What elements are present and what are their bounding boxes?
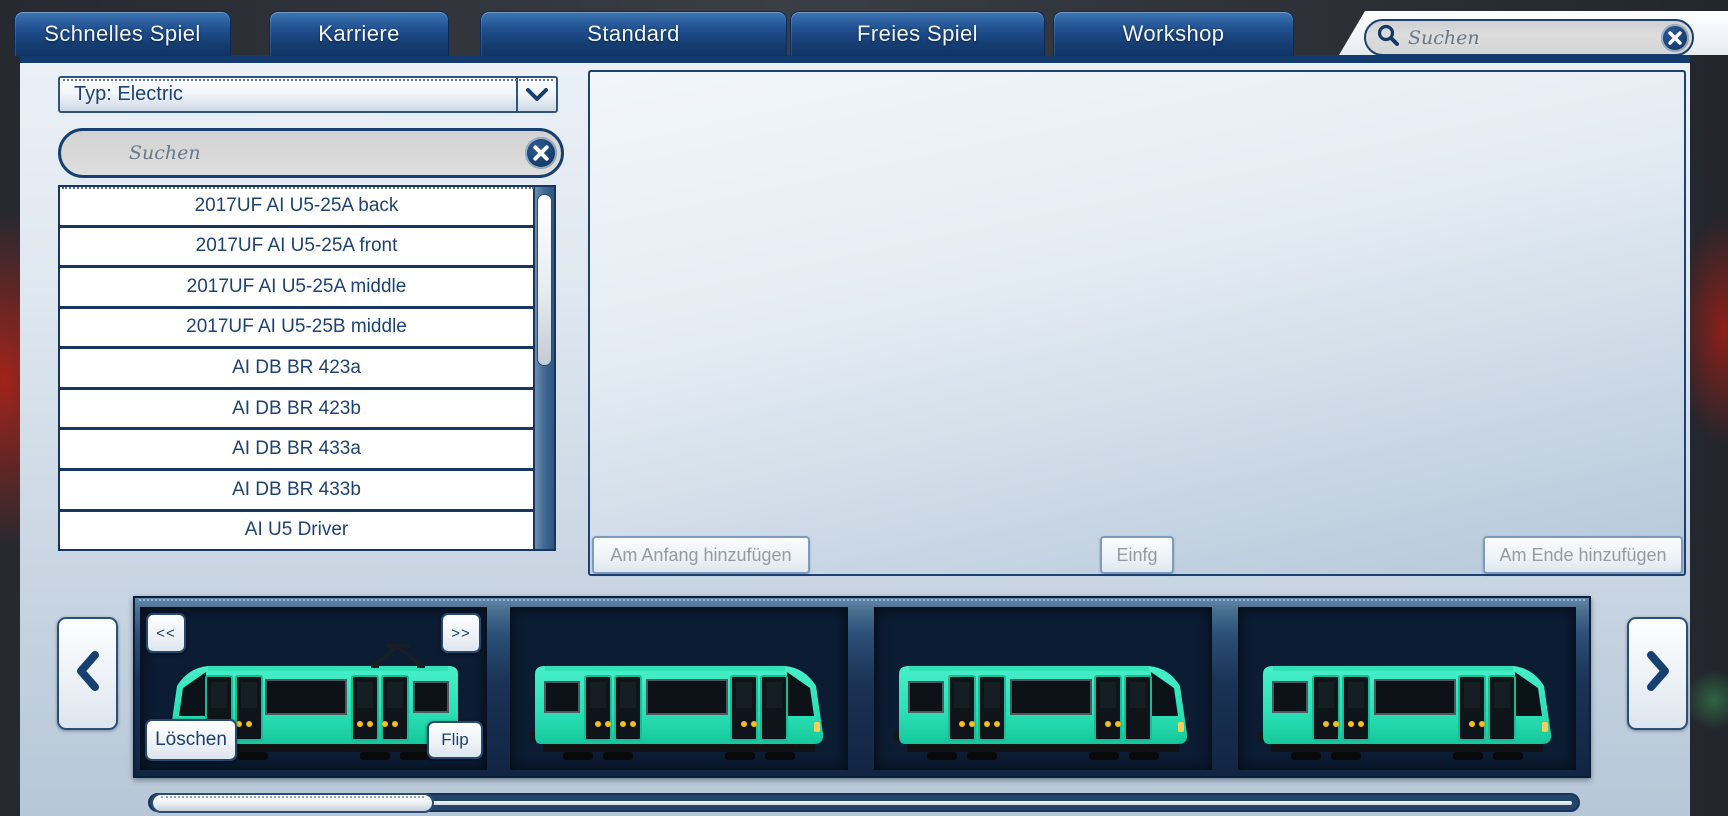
vehicle-list-rows: 2017UF AI U5-25A back 2017UF AI U5-25A f… bbox=[60, 187, 533, 550]
train-car-thumbnail-1[interactable]: << >> Löschen Flip bbox=[140, 607, 487, 770]
x-circle-icon[interactable] bbox=[525, 137, 557, 169]
train-car-image bbox=[1257, 642, 1557, 766]
train-car-image bbox=[893, 642, 1193, 766]
chevron-right-icon bbox=[1643, 649, 1673, 698]
delete-car-button[interactable]: Löschen bbox=[145, 719, 237, 761]
train-car-thumbnail-3[interactable] bbox=[874, 607, 1212, 770]
scroll-strip-left-button[interactable] bbox=[57, 617, 118, 730]
train-car-image bbox=[529, 642, 829, 766]
global-search-input[interactable] bbox=[1406, 25, 1661, 50]
vehicle-list-item[interactable]: 2017UF AI U5-25A back bbox=[60, 187, 533, 228]
vehicle-list-item[interactable]: AI DB BR 423a bbox=[60, 349, 533, 390]
chevron-left-icon bbox=[73, 649, 103, 698]
vehicle-search-input[interactable] bbox=[61, 141, 525, 165]
vehicle-list-item[interactable]: 2017UF AI U5-25A front bbox=[60, 227, 533, 269]
vehicle-type-value: Typ: Electric bbox=[74, 83, 183, 105]
train-car-thumbnail-4[interactable] bbox=[1238, 607, 1576, 770]
vehicle-search-field[interactable] bbox=[58, 128, 564, 178]
tab-schnelles-spiel[interactable]: Schnelles Spiel bbox=[14, 11, 231, 56]
vehicle-list-item[interactable]: AI DB BR 423b bbox=[60, 389, 533, 431]
move-car-left-button[interactable]: << bbox=[146, 613, 186, 653]
vehicle-list-item[interactable]: AI U5 Driver bbox=[60, 511, 533, 550]
vehicle-list-scrollbar[interactable] bbox=[533, 187, 554, 549]
tab-karriere[interactable]: Karriere bbox=[269, 11, 449, 56]
vehicle-list: 2017UF AI U5-25A back 2017UF AI U5-25A f… bbox=[58, 185, 556, 551]
search-tab bbox=[1339, 11, 1728, 55]
tab-standard[interactable]: Standard bbox=[480, 11, 787, 56]
vehicle-list-item[interactable]: AI DB BR 433b bbox=[60, 470, 533, 512]
vehicle-list-item[interactable]: 2017UF AI U5-25B middle bbox=[60, 308, 533, 350]
vehicle-type-dropdown[interactable]: Typ: Electric bbox=[58, 76, 558, 113]
app-window: Schnelles Spiel Karriere Standard Freies… bbox=[0, 0, 1728, 816]
flip-car-button[interactable]: Flip bbox=[427, 721, 483, 759]
x-circle-icon[interactable] bbox=[1661, 23, 1689, 52]
move-car-right-button[interactable]: >> bbox=[441, 613, 481, 653]
vehicle-list-scrollbar-thumb[interactable] bbox=[536, 194, 552, 366]
vehicle-list-item[interactable]: AI DB BR 433a bbox=[60, 430, 533, 471]
train-car-thumbnail-2[interactable] bbox=[510, 607, 848, 770]
consist-preview-panel bbox=[588, 70, 1686, 576]
add-at-end-button[interactable]: Am Ende hinzufügen bbox=[1483, 536, 1683, 574]
pantograph bbox=[369, 644, 426, 668]
tabbar-divider bbox=[20, 55, 1690, 63]
chevron-down-icon[interactable] bbox=[516, 78, 556, 111]
global-search-field[interactable] bbox=[1364, 19, 1694, 55]
magnifier-icon bbox=[1376, 23, 1400, 52]
strip-scrollbar[interactable] bbox=[148, 793, 1580, 813]
vehicle-list-item[interactable]: 2017UF AI U5-25A middle bbox=[60, 268, 533, 309]
strip-scrollbar-thumb[interactable] bbox=[151, 793, 434, 813]
tab-workshop[interactable]: Workshop bbox=[1053, 11, 1294, 56]
insert-button[interactable]: Einfg bbox=[1100, 536, 1174, 574]
add-at-start-button[interactable]: Am Anfang hinzufügen bbox=[592, 536, 810, 574]
tab-freies-spiel[interactable]: Freies Spiel bbox=[790, 11, 1045, 56]
scroll-strip-right-button[interactable] bbox=[1627, 617, 1688, 730]
